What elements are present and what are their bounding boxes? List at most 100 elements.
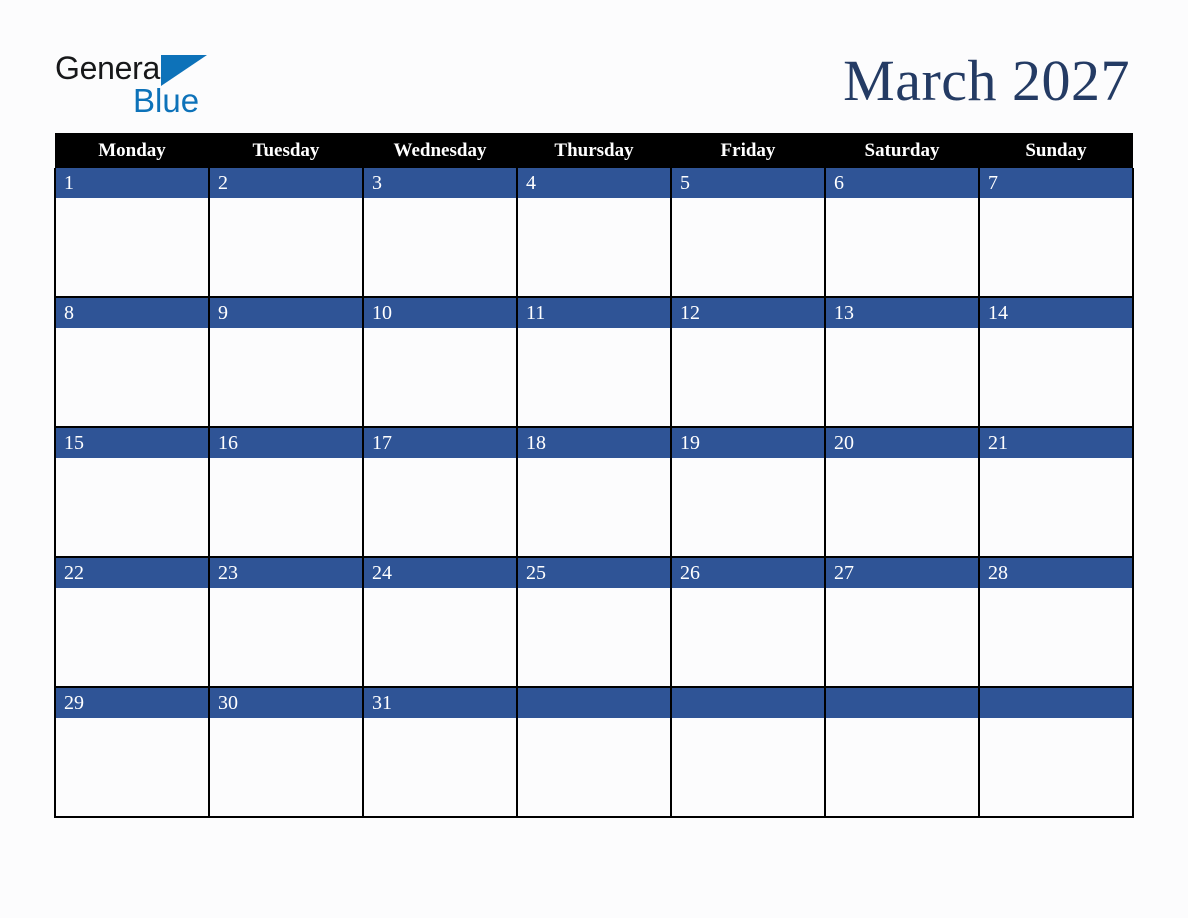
calendar-day-cell[interactable]: 1 [54, 168, 209, 298]
brand-logo-top-row: General [55, 50, 235, 86]
day-notes-area[interactable] [518, 328, 670, 426]
day-number: 5 [672, 168, 824, 198]
day-notes-area[interactable] [364, 458, 516, 556]
calendar-day-cell[interactable]: 21 [978, 427, 1134, 558]
calendar-day-cell[interactable]: 14 [978, 297, 1134, 428]
day-notes-area[interactable] [56, 718, 208, 816]
day-notes-area[interactable] [980, 198, 1132, 296]
day-notes-area [518, 718, 670, 816]
day-number: 25 [518, 558, 670, 588]
calendar-grid: Monday Tuesday Wednesday Thursday Friday… [54, 133, 1134, 818]
day-notes-area[interactable] [672, 328, 824, 426]
weekday-header-saturday: Saturday [825, 133, 979, 168]
calendar-day-cell[interactable]: 22 [54, 557, 209, 688]
day-number: 6 [826, 168, 978, 198]
day-number: 12 [672, 298, 824, 328]
day-number: 26 [672, 558, 824, 588]
day-notes-area[interactable] [56, 588, 208, 686]
calendar-week-row: 1 2 3 4 5 6 7 [54, 168, 1134, 298]
calendar-day-cell[interactable]: 25 [516, 557, 671, 688]
day-notes-area[interactable] [364, 588, 516, 686]
calendar-day-cell[interactable]: 2 [208, 168, 363, 298]
day-notes-area[interactable] [210, 198, 362, 296]
calendar-day-cell[interactable]: 29 [54, 687, 209, 818]
brand-name-blue: Blue [133, 82, 200, 119]
calendar-day-cell[interactable]: 31 [362, 687, 517, 818]
calendar-day-cell[interactable]: 23 [208, 557, 363, 688]
day-notes-area[interactable] [826, 458, 978, 556]
day-notes-area[interactable] [672, 198, 824, 296]
day-notes-area[interactable] [980, 588, 1132, 686]
day-number: 21 [980, 428, 1132, 458]
calendar-day-cell[interactable]: 11 [516, 297, 671, 428]
day-notes-area[interactable] [210, 328, 362, 426]
calendar-day-cell[interactable]: 13 [824, 297, 979, 428]
day-notes-area [826, 718, 978, 816]
day-notes-area[interactable] [364, 718, 516, 816]
weekday-header-row: Monday Tuesday Wednesday Thursday Friday… [55, 133, 1133, 168]
day-notes-area[interactable] [210, 458, 362, 556]
calendar-day-cell[interactable]: 8 [54, 297, 209, 428]
day-number: 1 [56, 168, 208, 198]
calendar-day-cell[interactable]: 30 [208, 687, 363, 818]
day-notes-area[interactable] [56, 458, 208, 556]
calendar-day-cell[interactable]: 19 [670, 427, 825, 558]
day-notes-area[interactable] [364, 328, 516, 426]
calendar-day-cell[interactable]: 5 [670, 168, 825, 298]
day-notes-area[interactable] [672, 588, 824, 686]
calendar-day-cell[interactable]: 18 [516, 427, 671, 558]
day-number: 11 [518, 298, 670, 328]
day-number [518, 688, 670, 718]
weekday-header-friday: Friday [671, 133, 825, 168]
weekday-header-sunday: Sunday [979, 133, 1133, 168]
calendar-body: 1 2 3 4 5 6 7 8 9 10 11 12 13 14 15 16 1… [54, 168, 1134, 818]
day-number: 24 [364, 558, 516, 588]
day-number: 3 [364, 168, 516, 198]
calendar-day-cell[interactable]: 20 [824, 427, 979, 558]
calendar-day-cell[interactable]: 17 [362, 427, 517, 558]
day-number: 23 [210, 558, 362, 588]
day-notes-area[interactable] [518, 588, 670, 686]
day-notes-area[interactable] [980, 458, 1132, 556]
day-notes-area[interactable] [518, 458, 670, 556]
calendar-day-cell[interactable]: 27 [824, 557, 979, 688]
calendar-day-cell[interactable]: 10 [362, 297, 517, 428]
calendar-day-cell[interactable]: 26 [670, 557, 825, 688]
day-number: 22 [56, 558, 208, 588]
day-number: 16 [210, 428, 362, 458]
calendar-day-cell[interactable]: 4 [516, 168, 671, 298]
day-notes-area[interactable] [826, 328, 978, 426]
calendar-day-cell[interactable]: 6 [824, 168, 979, 298]
calendar-week-row: 15 16 17 18 19 20 21 [54, 427, 1134, 558]
day-notes-area[interactable] [980, 328, 1132, 426]
day-notes-area[interactable] [826, 588, 978, 686]
calendar-day-cell[interactable]: 24 [362, 557, 517, 688]
calendar-day-cell[interactable]: 28 [978, 557, 1134, 688]
day-notes-area[interactable] [826, 198, 978, 296]
calendar-header-row: Monday Tuesday Wednesday Thursday Friday… [55, 133, 1133, 168]
day-notes-area [672, 718, 824, 816]
calendar-day-cell[interactable]: 3 [362, 168, 517, 298]
day-number: 30 [210, 688, 362, 718]
day-notes-area[interactable] [56, 198, 208, 296]
brand-name-general: General [55, 50, 167, 86]
day-number [672, 688, 824, 718]
calendar-day-cell[interactable]: 7 [978, 168, 1134, 298]
calendar-day-cell-empty [824, 687, 979, 818]
day-notes-area[interactable] [518, 198, 670, 296]
calendar-day-cell[interactable]: 16 [208, 427, 363, 558]
calendar-day-cell[interactable]: 12 [670, 297, 825, 428]
weekday-header-monday: Monday [55, 133, 209, 168]
calendar-day-cell[interactable]: 9 [208, 297, 363, 428]
calendar-day-cell[interactable]: 15 [54, 427, 209, 558]
day-notes-area[interactable] [56, 328, 208, 426]
day-number: 9 [210, 298, 362, 328]
day-notes-area[interactable] [210, 588, 362, 686]
day-notes-area[interactable] [364, 198, 516, 296]
day-number [980, 688, 1132, 718]
day-number: 4 [518, 168, 670, 198]
day-notes-area[interactable] [210, 718, 362, 816]
day-number: 28 [980, 558, 1132, 588]
day-notes-area[interactable] [672, 458, 824, 556]
day-number: 29 [56, 688, 208, 718]
